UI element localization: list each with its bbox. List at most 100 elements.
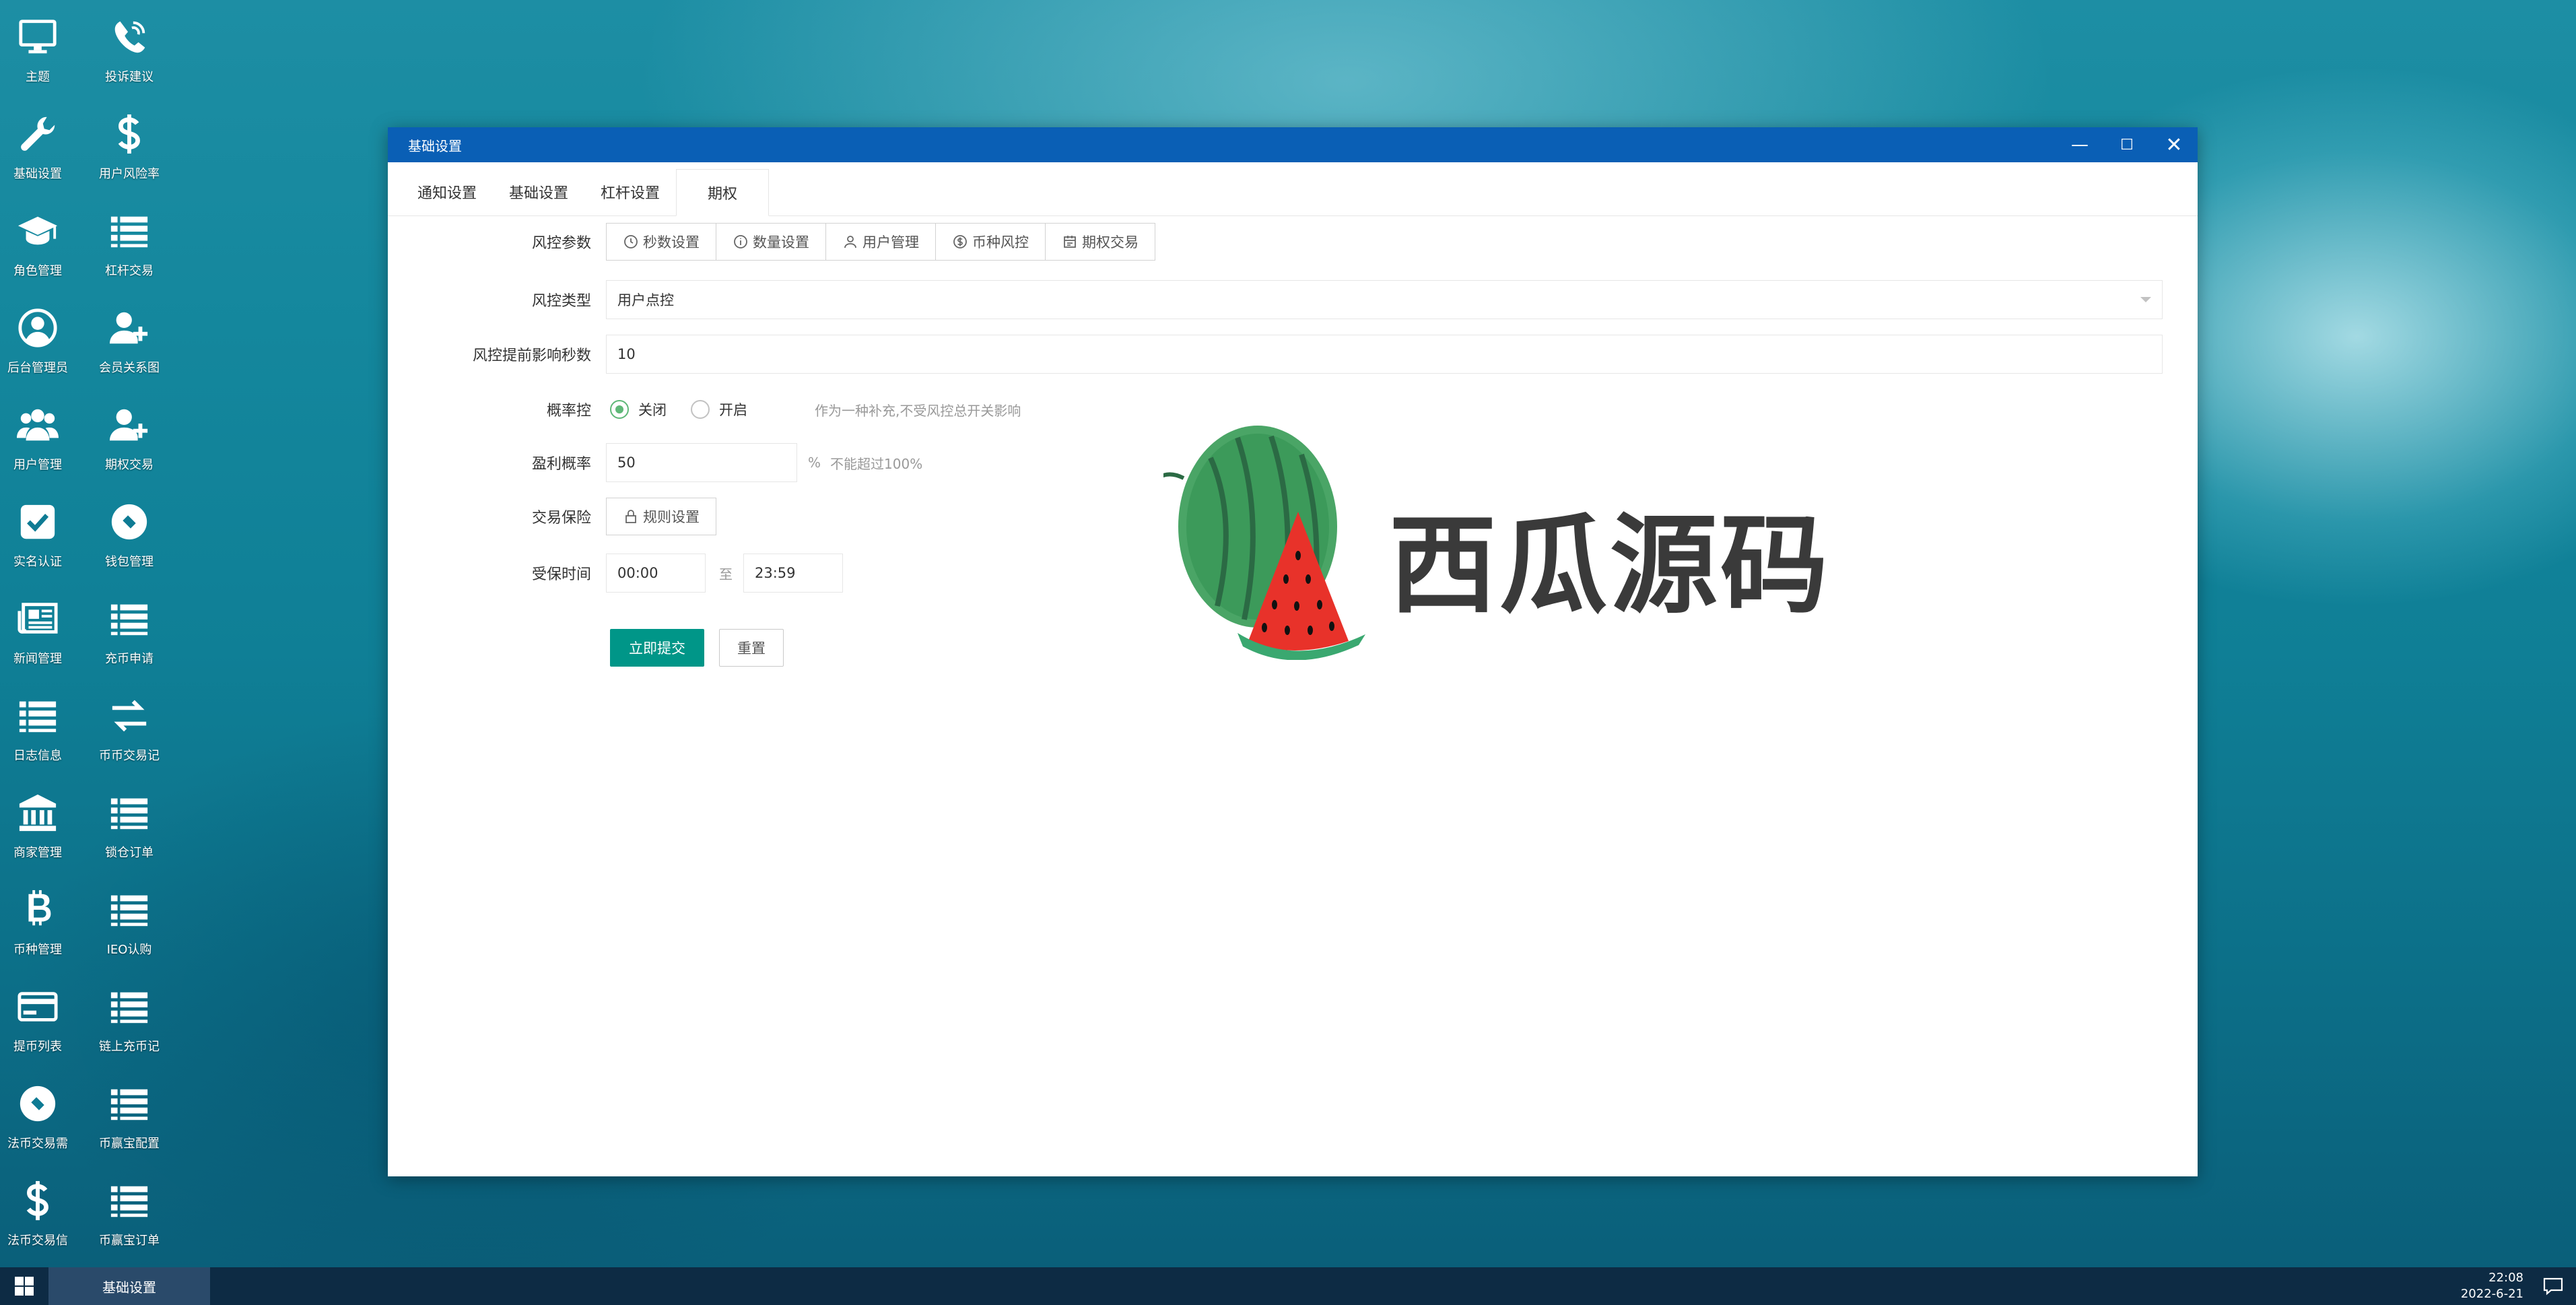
watermark: 西瓜源码 <box>1163 417 1828 660</box>
user-icon <box>842 234 858 250</box>
desktop-icon-label: 后台管理员 <box>7 361 68 375</box>
desktop-icon-label: 法币交易信 <box>7 1234 68 1248</box>
coin-icon <box>14 1080 61 1127</box>
desktop-icon-label: 用户风险率 <box>99 167 160 181</box>
desktop-icon-label: 期权交易 <box>105 458 154 472</box>
desktop-icon[interactable]: 币币交易记 <box>82 679 176 768</box>
list-icon <box>106 1177 153 1224</box>
desktop-icon[interactable]: 钱包管理 <box>82 485 176 574</box>
minimize-button[interactable]: — <box>2056 127 2103 162</box>
prob-control-label: 概率控 <box>546 403 591 420</box>
time-start-input[interactable]: 00:00 <box>606 554 706 593</box>
desktop-icon[interactable]: IEO认购 <box>82 873 176 962</box>
tab-options[interactable]: 期权 <box>676 169 770 216</box>
profit-rate-hint: 不能超过100% <box>830 455 923 472</box>
notification-icon[interactable] <box>2542 1277 2564 1296</box>
risk-type-value: 用户点控 <box>617 292 674 308</box>
desktop-icon[interactable]: 锁仓订单 <box>82 776 176 865</box>
newspaper-icon <box>14 595 61 642</box>
desktop-icon[interactable]: 杠杆交易 <box>82 194 176 283</box>
desktop-icon[interactable]: 币赢宝配置 <box>82 1067 176 1156</box>
desktop-icon[interactable]: 期权交易 <box>82 388 176 477</box>
profit-rate-value: 50 <box>617 455 636 471</box>
radio-unselected-icon <box>691 400 710 419</box>
watermelon-logo-icon <box>1163 426 1365 660</box>
desktop-icon[interactable]: 币种管理 <box>0 873 85 962</box>
desktop-icon[interactable]: 投诉建议 <box>82 0 176 89</box>
taskbar-item-basic-settings[interactable]: 基础设置 <box>48 1267 210 1305</box>
system-clock[interactable]: 22:08 2022-6-21 <box>2461 1270 2523 1302</box>
quantity-settings-button[interactable]: 数量设置 <box>716 224 826 260</box>
rule-settings-button[interactable]: 规则设置 <box>607 498 716 535</box>
desktop-icon[interactable]: 法币交易需 <box>0 1067 85 1156</box>
desktop-icon[interactable]: 提币列表 <box>0 970 85 1059</box>
desktop-icon[interactable]: 新闻管理 <box>0 582 85 671</box>
rule-settings-group: 规则设置 <box>606 498 716 535</box>
check-square-icon <box>14 498 61 545</box>
desktop-icon[interactable]: 链上充币记 <box>82 970 176 1059</box>
desktop-icon[interactable]: 充币申请 <box>82 582 176 671</box>
desktop-icon-label: 锁仓订单 <box>105 846 154 860</box>
tab-label: 杠杆设置 <box>601 185 660 202</box>
dollar-circle-icon <box>952 234 968 250</box>
desktop-icon[interactable]: 用户风险率 <box>82 97 176 186</box>
tab-label: 通知设置 <box>417 185 477 202</box>
clock-icon <box>623 234 639 250</box>
taskbar: 基础设置 22:08 2022-6-21 <box>0 1267 2576 1305</box>
advance-seconds-input[interactable]: 10 <box>606 335 2163 374</box>
desktop-icon[interactable]: 用户管理 <box>0 388 85 477</box>
close-button[interactable]: ✕ <box>2150 127 2198 162</box>
clock-time: 22:08 <box>2488 1271 2523 1285</box>
radio-selected-icon <box>610 400 629 419</box>
button-label: 期权交易 <box>1082 234 1139 250</box>
window-titlebar[interactable]: 基础设置 — ☐ ✕ <box>388 127 2198 162</box>
submit-button[interactable]: 立即提交 <box>610 629 704 667</box>
desktop-icon-label: 法币交易需 <box>7 1137 68 1151</box>
profit-rate-input[interactable]: 50 <box>606 443 797 482</box>
button-label: 规则设置 <box>643 509 700 525</box>
desktop-icon-label: 会员关系图 <box>99 361 160 375</box>
list-icon <box>14 692 61 739</box>
tab-label: 期权 <box>708 186 738 203</box>
taskbar-item-label: 基础设置 <box>102 1279 156 1296</box>
dollar-icon <box>106 110 153 158</box>
desktop-icon[interactable]: 实名认证 <box>0 485 85 574</box>
tab-notify-settings[interactable]: 通知设置 <box>401 168 493 215</box>
list-icon <box>106 886 153 933</box>
coin-risk-button[interactable]: 币种风控 <box>936 224 1046 260</box>
seconds-settings-button[interactable]: 秒数设置 <box>607 224 716 260</box>
desktop-icon[interactable]: 会员关系图 <box>82 291 176 380</box>
desktop-icon[interactable]: 主题 <box>0 0 85 89</box>
insurance-label: 交易保险 <box>531 510 591 527</box>
radio-on[interactable]: 开启 <box>691 399 747 420</box>
desktop-icon[interactable]: 基础设置 <box>0 97 85 186</box>
user-plus-icon <box>106 304 153 352</box>
reset-button[interactable]: 重置 <box>719 629 784 667</box>
submit-label: 立即提交 <box>629 640 685 657</box>
start-button[interactable] <box>0 1267 48 1305</box>
radio-off[interactable]: 关闭 <box>610 399 667 420</box>
options-trade-button[interactable]: 期权交易 <box>1046 224 1155 260</box>
maximize-button[interactable]: ☐ <box>2103 127 2150 162</box>
reset-label: 重置 <box>737 640 766 657</box>
prob-control-hint: 作为一种补充,不受风控总开关影响 <box>815 402 1021 419</box>
desktop-icon-label: 杠杆交易 <box>105 264 154 278</box>
time-end-input[interactable]: 23:59 <box>743 554 843 593</box>
risk-type-select[interactable]: 用户点控 <box>606 280 2163 319</box>
desktop-icon[interactable]: 后台管理员 <box>0 291 85 380</box>
tab-basic-settings[interactable]: 基础设置 <box>493 168 584 215</box>
user-management-button[interactable]: 用户管理 <box>826 224 936 260</box>
desktop-icon[interactable]: 日志信息 <box>0 679 85 768</box>
maximize-icon: ☐ <box>2120 136 2134 154</box>
desktop-icon[interactable]: 商家管理 <box>0 776 85 865</box>
advance-seconds-value: 10 <box>617 346 636 362</box>
desktop-icon[interactable]: 法币交易信 <box>0 1164 85 1252</box>
tab-leverage-settings[interactable]: 杠杆设置 <box>584 168 676 215</box>
watermark-text: 西瓜源码 <box>1389 502 1831 628</box>
desktop-icon-label: 日志信息 <box>13 749 62 763</box>
tab-bar: 通知设置 基础设置 杠杆设置 期权 <box>388 162 2198 216</box>
risk-params-row: 风控参数 秒数设置 数量设置 用户管理 币种风控 期权交易 <box>388 223 2198 261</box>
desktop-icon[interactable]: 角色管理 <box>0 194 85 283</box>
desktop-icon[interactable]: 币赢宝订单 <box>82 1164 176 1252</box>
list-icon <box>106 1080 153 1127</box>
